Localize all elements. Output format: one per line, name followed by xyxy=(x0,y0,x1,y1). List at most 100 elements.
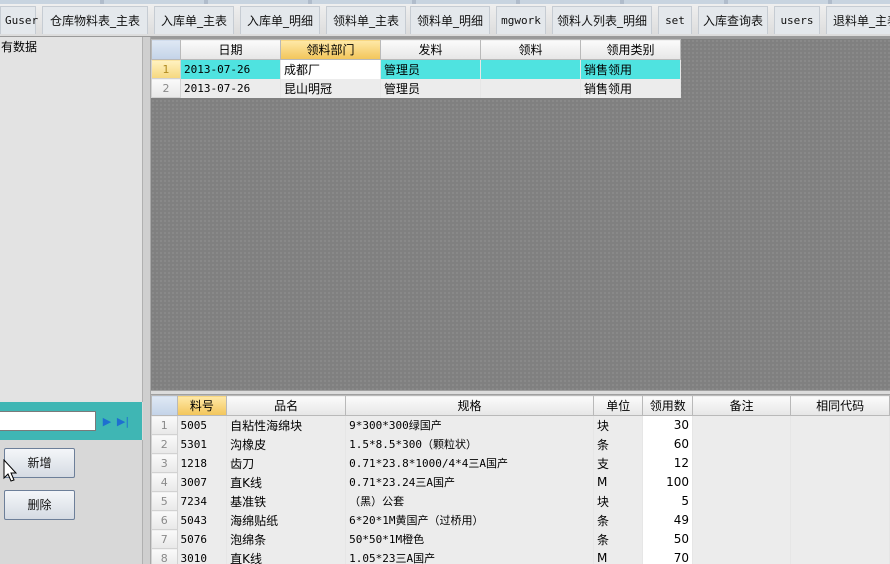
table-cell[interactable]: 2013-07-26 xyxy=(180,59,281,79)
table-cell[interactable]: 5 xyxy=(642,491,694,511)
tab-set[interactable]: set xyxy=(658,6,692,34)
table-cell[interactable] xyxy=(790,548,890,564)
column-header[interactable]: 领用类别 xyxy=(580,39,681,60)
table-cell[interactable]: 50 xyxy=(642,529,694,549)
tab-users[interactable]: users xyxy=(774,6,820,34)
table-cell[interactable]: 9*300*300绿国产 xyxy=(345,415,595,435)
table-row[interactable]: 4 3007 直K线 0.71*23.24三A国产 M 100 xyxy=(151,472,890,492)
table-row[interactable]: 7 5076 泡绵条 50*50*1M橙色条 50 xyxy=(151,529,890,549)
delete-button[interactable]: 删除 xyxy=(4,490,75,520)
table-row[interactable]: 1 5005 自粘性海绵块 9*300*300绿国产块 30 xyxy=(151,415,890,435)
table-cell[interactable] xyxy=(790,529,890,549)
tab-mgwork[interactable]: mgwork xyxy=(496,6,546,34)
table-row[interactable]: 8 3010 直K线 1.05*23三A国产 M 70 xyxy=(151,548,890,564)
table-cell[interactable]: 2013-07-26 xyxy=(180,78,281,98)
column-header[interactable]: 领料部门 xyxy=(280,39,381,60)
table-cell[interactable]: 1.05*23三A国产 xyxy=(345,548,595,564)
table-cell[interactable]: 齿刀 xyxy=(226,453,347,473)
table-cell[interactable] xyxy=(790,491,890,511)
table-cell[interactable] xyxy=(692,453,792,473)
tab-requisition-main[interactable]: 领料单_主表 xyxy=(326,6,406,34)
column-header[interactable]: 日期 xyxy=(180,39,281,60)
table-row[interactable]: 1 2013-07-26 成都厂 管理员 销售领用 xyxy=(151,59,681,79)
column-header[interactable]: 规格 xyxy=(345,395,595,416)
tab-requisition-detail[interactable]: 领料单_明细 xyxy=(410,6,490,34)
table-cell[interactable]: 基准铁 xyxy=(226,491,347,511)
table-cell[interactable]: M xyxy=(593,548,644,564)
tab-guser[interactable]: Guser xyxy=(0,6,38,34)
column-header[interactable]: 品名 xyxy=(226,395,347,416)
column-header[interactable]: 单位 xyxy=(593,395,644,416)
table-cell[interactable]: 泡绵条 xyxy=(226,529,347,549)
table-cell[interactable] xyxy=(480,59,581,79)
table-row[interactable]: 5 7234 基准铁 （黑）公套块 5 xyxy=(151,491,890,511)
column-header[interactable]: 领用数 xyxy=(642,395,694,416)
table-cell[interactable]: 销售领用 xyxy=(580,78,681,98)
table-cell[interactable]: 直K线 xyxy=(226,548,347,564)
navigator-input[interactable] xyxy=(0,411,96,431)
last-record-icon[interactable]: ▶| xyxy=(116,415,130,429)
table-cell[interactable] xyxy=(480,78,581,98)
table-cell[interactable]: 50*50*1M橙色 xyxy=(345,529,595,549)
tab-inbound-detail[interactable]: 入库单_明细 xyxy=(240,6,320,34)
table-cell[interactable]: 管理员 xyxy=(380,59,481,79)
column-header[interactable]: 料号 xyxy=(176,395,228,416)
table-cell[interactable] xyxy=(692,548,792,564)
row-number[interactable]: 4 xyxy=(151,472,178,492)
table-cell[interactable]: 5301 xyxy=(177,434,228,454)
table-cell[interactable]: 5043 xyxy=(177,510,228,530)
table-cell[interactable] xyxy=(692,491,792,511)
table-cell[interactable]: 条 xyxy=(593,510,644,530)
table-cell[interactable] xyxy=(692,529,792,549)
column-header[interactable]: 发料 xyxy=(380,39,481,60)
tab-inbound-query[interactable]: 入库查询表 xyxy=(698,6,768,34)
table-cell[interactable]: 块 xyxy=(593,491,644,511)
column-header[interactable]: 领料 xyxy=(480,39,581,60)
table-cell[interactable]: 12 xyxy=(642,453,694,473)
row-number[interactable]: 1 xyxy=(151,59,181,79)
table-cell[interactable]: 3007 xyxy=(177,472,228,492)
row-number[interactable]: 1 xyxy=(151,415,178,435)
table-row[interactable]: 2 2013-07-26 昆山明冠 管理员 销售领用 xyxy=(151,78,681,98)
table-cell[interactable]: 0.71*23.24三A国产 xyxy=(345,472,595,492)
table-cell[interactable] xyxy=(790,472,890,492)
next-record-icon[interactable]: ▶ xyxy=(100,415,114,429)
row-number[interactable]: 3 xyxy=(151,453,178,473)
table-cell[interactable]: 条 xyxy=(593,529,644,549)
grid-corner[interactable] xyxy=(151,39,181,60)
table-row[interactable]: 6 5043 海绵贴纸 6*20*1M黄国产（过桥用）条 49 xyxy=(151,510,890,530)
table-row[interactable]: 3 1218 齿刀 0.71*23.8*1000/4*4三A国产支 12 xyxy=(151,453,890,473)
tab-return-main[interactable]: 退料单_主表 xyxy=(826,6,890,34)
row-number[interactable]: 5 xyxy=(151,491,178,511)
table-cell[interactable]: M xyxy=(593,472,644,492)
table-cell[interactable]: 销售领用 xyxy=(580,59,681,79)
row-number[interactable]: 6 xyxy=(151,510,178,530)
table-cell[interactable]: 1218 xyxy=(177,453,228,473)
table-cell[interactable]: 70 xyxy=(642,548,694,564)
table-cell[interactable]: 60 xyxy=(642,434,694,454)
tab-inbound-main[interactable]: 入库单_主表 xyxy=(154,6,234,34)
table-cell[interactable]: 昆山明冠 xyxy=(280,78,381,98)
row-number[interactable]: 2 xyxy=(151,78,181,98)
table-cell[interactable] xyxy=(790,434,890,454)
table-cell[interactable] xyxy=(790,510,890,530)
table-cell[interactable]: （黑）公套 xyxy=(345,491,595,511)
table-cell[interactable] xyxy=(790,415,890,435)
tab-requester-list[interactable]: 领料人列表_明细 xyxy=(552,6,652,34)
table-cell[interactable]: 5076 xyxy=(177,529,228,549)
table-cell[interactable]: 管理员 xyxy=(380,78,481,98)
table-cell[interactable] xyxy=(692,434,792,454)
tab-warehouse-material[interactable]: 仓库物料表_主表 xyxy=(42,6,148,34)
table-cell[interactable]: 3010 xyxy=(177,548,228,564)
grid-corner[interactable] xyxy=(151,395,178,416)
table-cell[interactable]: 6*20*1M黄国产（过桥用） xyxy=(345,510,595,530)
table-cell[interactable] xyxy=(692,510,792,530)
table-cell[interactable]: 沟橡皮 xyxy=(226,434,347,454)
row-number[interactable]: 7 xyxy=(151,529,178,549)
table-cell[interactable]: 块 xyxy=(593,415,644,435)
table-cell[interactable]: 30 xyxy=(642,415,694,435)
row-number[interactable]: 2 xyxy=(151,434,178,454)
table-cell[interactable]: 100 xyxy=(642,472,694,492)
table-cell[interactable]: 自粘性海绵块 xyxy=(226,415,347,435)
table-cell[interactable] xyxy=(790,453,890,473)
